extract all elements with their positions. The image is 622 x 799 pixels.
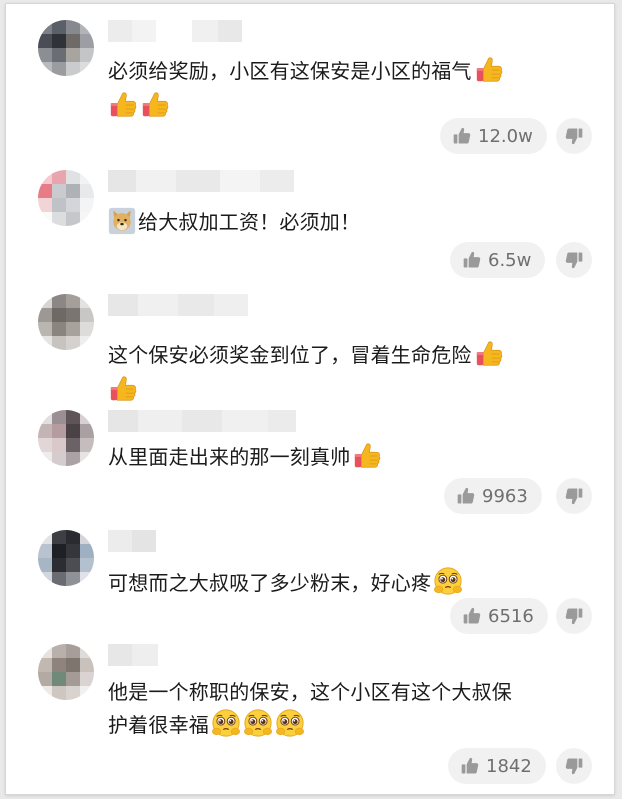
like-count: 12.0w [478, 125, 533, 147]
thumbs-up-emoji [108, 89, 138, 119]
thumbs-down-icon [564, 606, 584, 626]
pleading-face-emoji [433, 566, 463, 596]
comment-list: 必须给奖励，小区有这保安是小区的福气 12.0w 给大叔加工资！必须加！ 6.5… [6, 4, 614, 794]
thumbs-up-emoji [352, 440, 382, 470]
username-blurred[interactable] [108, 530, 156, 552]
comment-text: 他是一个称职的保安，这个小区有这个大叔保 护着很幸福 [108, 680, 512, 738]
thumbs-down-icon [564, 250, 584, 270]
comment-text: 可想而之大叔吸了多少粉末，好心疼 [108, 566, 578, 599]
thumbs-up-icon [462, 606, 482, 626]
like-count: 1842 [486, 755, 532, 777]
avatar[interactable] [38, 20, 94, 76]
thumbs-up-emoji [474, 54, 504, 84]
dislike-button[interactable] [556, 118, 592, 154]
thumbs-up-icon [452, 126, 472, 146]
username-blurred[interactable] [108, 20, 242, 42]
thumbs-down-icon [564, 756, 584, 776]
comment-text: 这个保安必须奖金到位了，冒着生命危险 [108, 338, 578, 406]
like-count: 9963 [482, 485, 528, 507]
thumbs-up-icon [460, 756, 480, 776]
comment-text: 必须给奖励，小区有这保安是小区的福气 [108, 54, 578, 122]
avatar[interactable] [38, 410, 94, 466]
username-blurred[interactable] [108, 644, 158, 666]
comment-text: 给大叔加工资！必须加！ [108, 206, 578, 238]
thumbs-up-icon [456, 486, 476, 506]
pleading-face-emoji [243, 708, 273, 738]
like-button[interactable]: 1842 [448, 748, 546, 784]
doge-emoji [108, 207, 136, 235]
dislike-button[interactable] [556, 598, 592, 634]
like-button[interactable]: 6516 [450, 598, 548, 634]
pleading-face-emoji [275, 708, 305, 738]
like-count: 6516 [488, 605, 534, 627]
avatar[interactable] [38, 170, 94, 226]
like-button[interactable]: 6.5w [450, 242, 546, 278]
thumbs-up-emoji [140, 89, 170, 119]
dislike-button[interactable] [556, 242, 592, 278]
thumbs-up-emoji [108, 373, 138, 403]
dislike-button[interactable] [556, 748, 592, 784]
dislike-button[interactable] [556, 478, 592, 514]
username-blurred[interactable] [108, 410, 296, 432]
thumbs-up-icon [462, 250, 482, 270]
avatar[interactable] [38, 294, 94, 350]
username-blurred[interactable] [108, 294, 248, 316]
like-button[interactable]: 9963 [444, 478, 542, 514]
avatar[interactable] [38, 644, 94, 700]
avatar[interactable] [38, 530, 94, 586]
like-button[interactable]: 12.0w [440, 118, 547, 154]
thumbs-down-icon [564, 486, 584, 506]
username-blurred[interactable] [108, 170, 294, 192]
thumbs-down-icon [564, 126, 584, 146]
pleading-face-emoji [211, 708, 241, 738]
thumbs-up-emoji [474, 338, 504, 368]
like-count: 6.5w [488, 249, 532, 271]
comment-text: 从里面走出来的那一刻真帅 [108, 440, 578, 473]
